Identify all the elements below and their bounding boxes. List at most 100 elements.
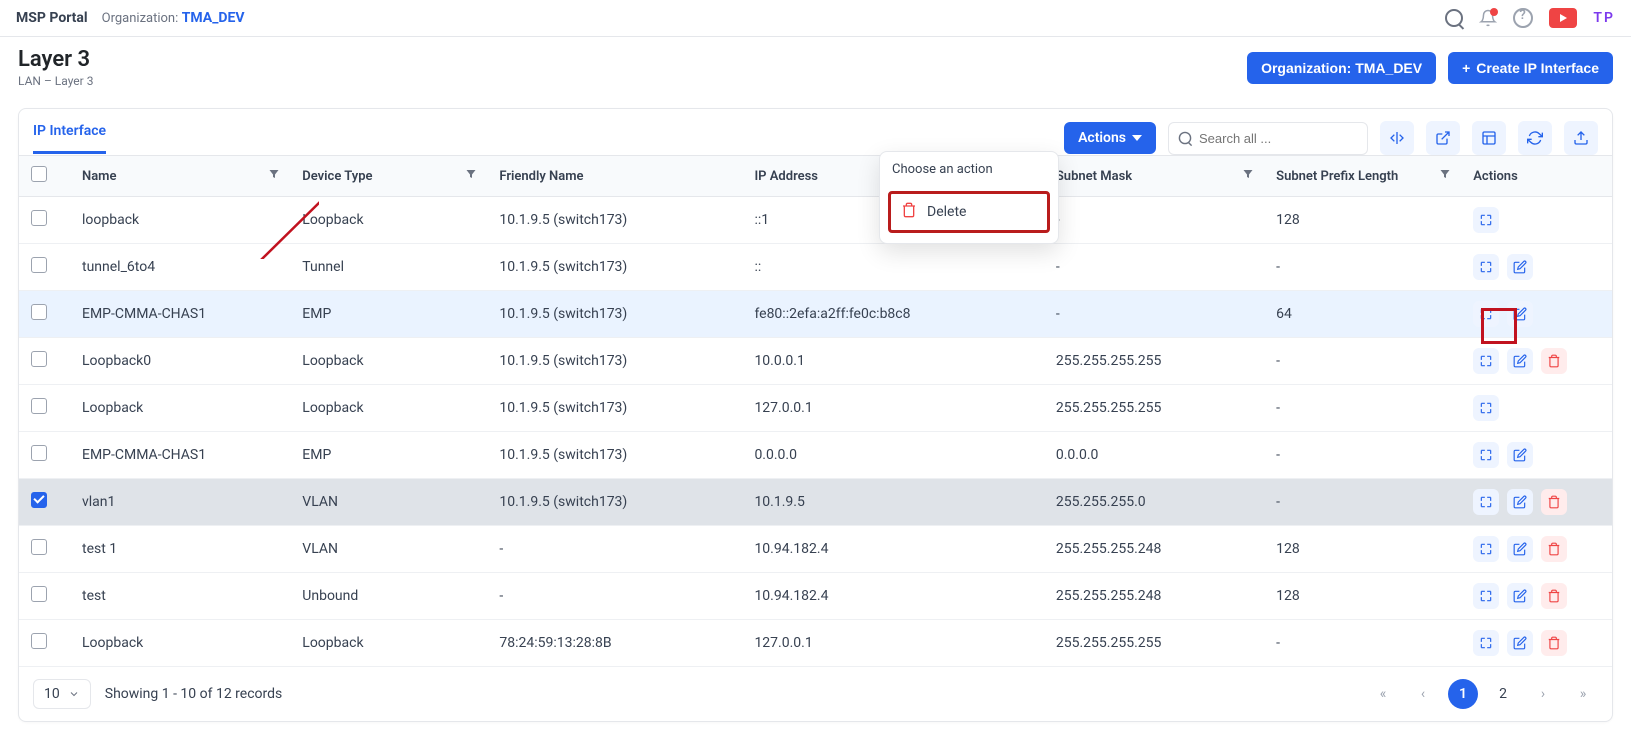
edit-icon[interactable] bbox=[1507, 254, 1533, 280]
col-subnet-mask[interactable]: Subnet Mask bbox=[1044, 156, 1264, 197]
expand-icon[interactable] bbox=[1473, 301, 1499, 327]
cell-friendly: 78:24:59:13:28:8B bbox=[487, 620, 742, 667]
cell-friendly: 10.1.9.5 (switch173) bbox=[487, 385, 742, 432]
cell-mask: 255.255.255.255 bbox=[1044, 338, 1264, 385]
delete-icon[interactable] bbox=[1541, 630, 1567, 656]
cell-ip: 0.0.0.0 bbox=[742, 432, 1043, 479]
row-checkbox[interactable] bbox=[31, 492, 47, 508]
row-checkbox[interactable] bbox=[31, 586, 47, 602]
row-actions bbox=[1473, 348, 1600, 374]
table-row[interactable]: EMP-CMMA-CHAS1EMP10.1.9.5 (switch173)0.0… bbox=[19, 432, 1612, 479]
col-device-type[interactable]: Device Type bbox=[290, 156, 487, 197]
table-row[interactable]: EMP-CMMA-CHAS1EMP10.1.9.5 (switch173)fe8… bbox=[19, 291, 1612, 338]
actions-menu-delete[interactable]: Delete bbox=[888, 191, 1050, 233]
edit-icon[interactable] bbox=[1507, 301, 1533, 327]
expand-icon[interactable] bbox=[1473, 489, 1499, 515]
external-link-icon[interactable] bbox=[1426, 121, 1460, 155]
expand-icon[interactable] bbox=[1473, 207, 1499, 233]
fit-columns-icon[interactable] bbox=[1380, 121, 1414, 155]
cell-prefix: - bbox=[1264, 432, 1461, 479]
filter-icon[interactable] bbox=[1242, 168, 1254, 184]
row-checkbox[interactable] bbox=[31, 539, 47, 555]
table-row[interactable]: Loopback0Loopback10.1.9.5 (switch173)10.… bbox=[19, 338, 1612, 385]
row-actions bbox=[1473, 395, 1600, 421]
cell-mask: 255.255.255.255 bbox=[1044, 385, 1264, 432]
filter-icon[interactable] bbox=[465, 168, 477, 184]
col-name[interactable]: Name bbox=[70, 156, 290, 197]
create-ip-button[interactable]: + Create IP Interface bbox=[1448, 52, 1613, 84]
row-checkbox[interactable] bbox=[31, 304, 47, 320]
filter-icon[interactable] bbox=[268, 168, 280, 184]
per-page-select[interactable]: 10 bbox=[33, 679, 91, 709]
row-checkbox[interactable] bbox=[31, 633, 47, 649]
cell-device-type: Loopback bbox=[290, 385, 487, 432]
table-row[interactable]: tunnel_6to4Tunnel10.1.9.5 (switch173)::-… bbox=[19, 244, 1612, 291]
row-actions bbox=[1473, 301, 1600, 327]
table-row[interactable]: LoopbackLoopback78:24:59:13:28:8B127.0.0… bbox=[19, 620, 1612, 667]
col-prefix[interactable]: Subnet Prefix Length bbox=[1264, 156, 1461, 197]
row-checkbox[interactable] bbox=[31, 351, 47, 367]
table-row[interactable]: vlan1VLAN10.1.9.5 (switch173)10.1.9.5255… bbox=[19, 479, 1612, 526]
expand-icon[interactable] bbox=[1473, 395, 1499, 421]
search-input[interactable] bbox=[1168, 122, 1368, 155]
create-ip-label: Create IP Interface bbox=[1476, 60, 1599, 76]
table-row[interactable]: loopbackLoopback10.1.9.5 (switch173)::1-… bbox=[19, 197, 1612, 244]
edit-icon[interactable] bbox=[1507, 583, 1533, 609]
cell-ip: 10.94.182.4 bbox=[742, 573, 1043, 620]
expand-icon[interactable] bbox=[1473, 536, 1499, 562]
expand-icon[interactable] bbox=[1473, 630, 1499, 656]
topbar-right: TP bbox=[1445, 8, 1615, 28]
search-icon[interactable] bbox=[1445, 9, 1463, 27]
tab-ip-interface[interactable]: IP Interface bbox=[33, 123, 106, 154]
row-checkbox[interactable] bbox=[31, 398, 47, 414]
edit-icon[interactable] bbox=[1507, 442, 1533, 468]
page-next[interactable]: › bbox=[1528, 679, 1558, 709]
select-all-checkbox[interactable] bbox=[31, 166, 47, 182]
filter-icon[interactable] bbox=[1439, 168, 1451, 184]
delete-icon[interactable] bbox=[1541, 536, 1567, 562]
edit-icon[interactable] bbox=[1507, 348, 1533, 374]
page-2[interactable]: 2 bbox=[1488, 679, 1518, 709]
page-last[interactable]: » bbox=[1568, 679, 1598, 709]
cell-prefix: 128 bbox=[1264, 197, 1461, 244]
cell-friendly: 10.1.9.5 (switch173) bbox=[487, 338, 742, 385]
expand-icon[interactable] bbox=[1473, 254, 1499, 280]
cell-name: loopback bbox=[70, 197, 290, 244]
actions-dropdown[interactable]: Actions bbox=[1064, 122, 1156, 154]
row-checkbox[interactable] bbox=[31, 257, 47, 273]
delete-icon[interactable] bbox=[1541, 583, 1567, 609]
refresh-icon[interactable] bbox=[1518, 121, 1552, 155]
cell-prefix: 128 bbox=[1264, 526, 1461, 573]
columns-icon[interactable] bbox=[1472, 121, 1506, 155]
cell-ip: 10.94.182.4 bbox=[742, 526, 1043, 573]
row-checkbox[interactable] bbox=[31, 445, 47, 461]
org-button[interactable]: Organization: TMA_DEV bbox=[1247, 52, 1436, 84]
table-row[interactable]: LoopbackLoopback10.1.9.5 (switch173)127.… bbox=[19, 385, 1612, 432]
delete-icon[interactable] bbox=[1541, 348, 1567, 374]
upload-icon[interactable] bbox=[1564, 121, 1598, 155]
table-row[interactable]: test 1VLAN-10.94.182.4255.255.255.248128 bbox=[19, 526, 1612, 573]
expand-icon[interactable] bbox=[1473, 583, 1499, 609]
card: IP Interface Actions Choose an action bbox=[18, 108, 1613, 722]
expand-icon[interactable] bbox=[1473, 442, 1499, 468]
cell-prefix: - bbox=[1264, 244, 1461, 291]
user-avatar[interactable]: TP bbox=[1593, 10, 1615, 26]
row-checkbox[interactable] bbox=[31, 210, 47, 226]
edit-icon[interactable] bbox=[1507, 489, 1533, 515]
page-first[interactable]: « bbox=[1368, 679, 1398, 709]
table-row[interactable]: testUnbound-10.94.182.4255.255.255.24812… bbox=[19, 573, 1612, 620]
edit-icon[interactable] bbox=[1507, 630, 1533, 656]
notification-icon[interactable] bbox=[1479, 9, 1497, 27]
page-prev[interactable]: ‹ bbox=[1408, 679, 1438, 709]
page-1[interactable]: 1 bbox=[1448, 679, 1478, 709]
help-icon[interactable] bbox=[1513, 8, 1533, 28]
org-block[interactable]: Organization: TMA_DEV bbox=[102, 10, 245, 26]
col-friendly-name[interactable]: Friendly Name bbox=[487, 156, 742, 197]
expand-icon[interactable] bbox=[1473, 348, 1499, 374]
actions-menu: Choose an action Delete bbox=[879, 151, 1059, 244]
delete-icon[interactable] bbox=[1541, 489, 1567, 515]
edit-icon[interactable] bbox=[1507, 536, 1533, 562]
video-icon[interactable] bbox=[1549, 8, 1577, 28]
cell-mask: 255.255.255.248 bbox=[1044, 573, 1264, 620]
actions-menu-delete-label: Delete bbox=[927, 204, 966, 220]
